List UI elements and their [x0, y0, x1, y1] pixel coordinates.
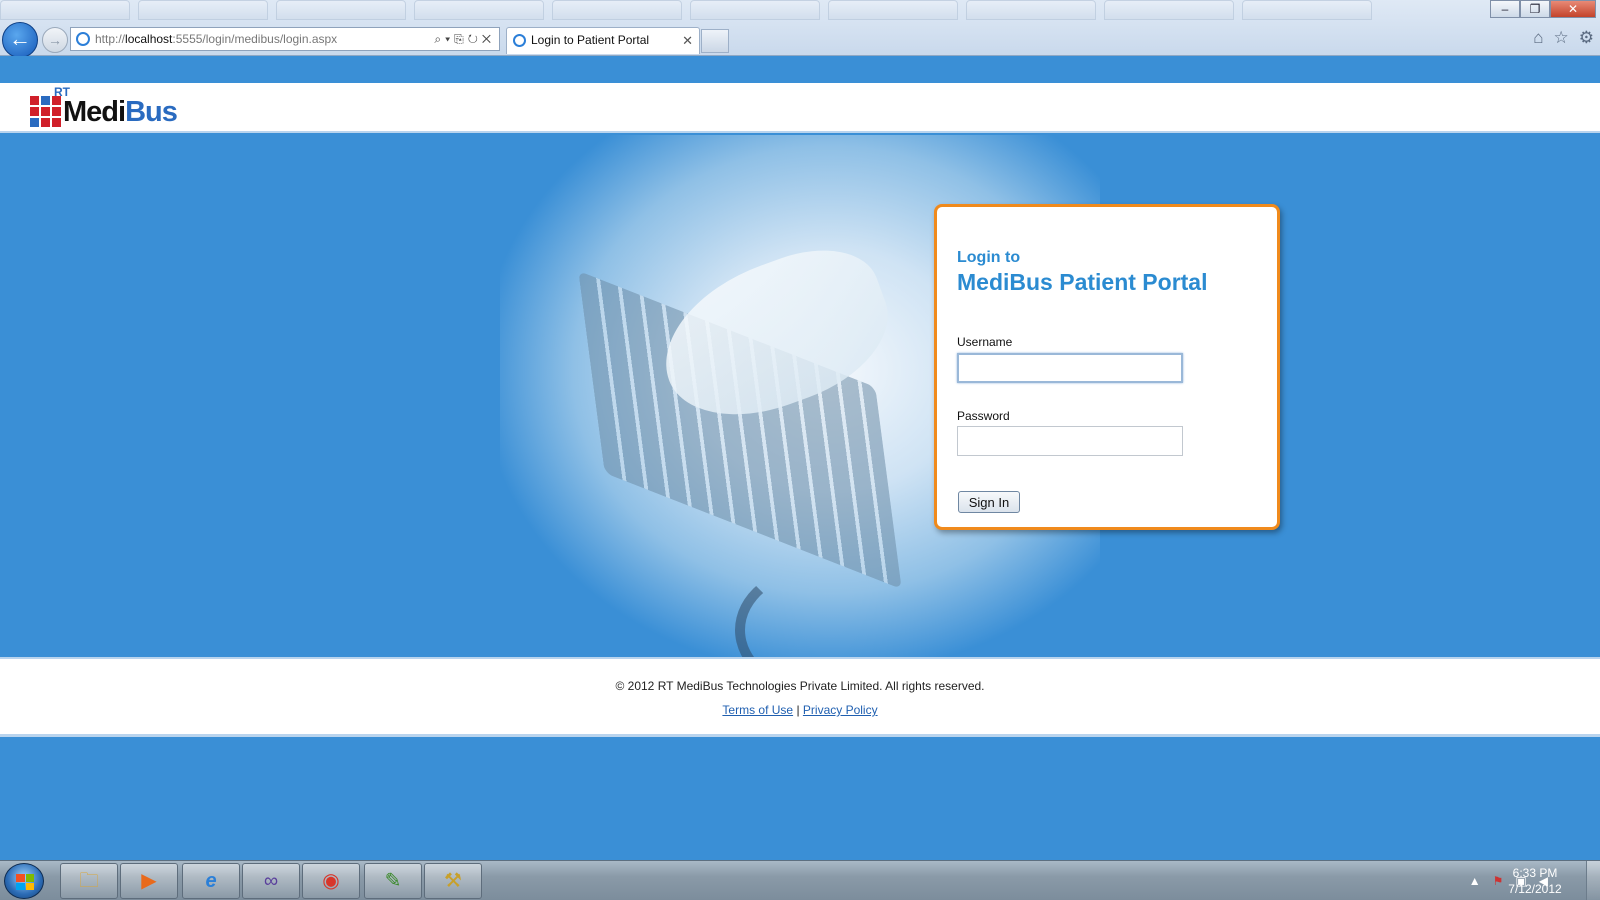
taskbar-visual-studio-button[interactable]: ∞ [242, 863, 300, 899]
browser-chrome: – ❐ ✕ ← → http://localhost:5555/login/me… [0, 0, 1600, 58]
logo-grid-icon [30, 96, 61, 127]
close-window-button[interactable]: ✕ [1550, 0, 1596, 18]
back-button[interactable]: ← [2, 22, 38, 58]
login-panel: Login to MediBus Patient Portal Username… [934, 204, 1280, 530]
login-title-line2: MediBus Patient Portal [957, 269, 1208, 295]
show-desktop-button[interactable] [1586, 861, 1600, 900]
minimize-button[interactable]: – [1490, 0, 1520, 18]
terms-of-use-link[interactable]: Terms of Use [722, 703, 793, 717]
password-input[interactable] [957, 426, 1183, 456]
login-title-line1: Login to [957, 249, 1021, 266]
logo-bus: Bus [125, 96, 178, 128]
favorites-star-icon[interactable]: ☆ [1554, 28, 1569, 48]
browser-toolbar-icons: ⌂ ☆ ⚙ [1533, 28, 1594, 48]
start-button[interactable] [4, 863, 44, 899]
home-icon[interactable]: ⌂ [1533, 28, 1543, 48]
windows-taskbar: 🗀 ▶ e ∞ ◉ ✎ ⚒ ▲ ⚑ ▣ ◀ 6:33 PM 7/12/2012 [0, 860, 1600, 900]
taskbar-tools-button[interactable]: ⚒ [424, 863, 482, 899]
url-host: localhost [125, 32, 173, 46]
folder-icon: 🗀 [79, 870, 99, 892]
maximize-button[interactable]: ❐ [1520, 0, 1550, 18]
clock-time: 6:33 PM [1512, 866, 1558, 880]
url-path: :5555/login/medibus/login.aspx [172, 32, 338, 46]
background-tab[interactable] [414, 0, 544, 20]
forward-button[interactable]: → [42, 27, 68, 53]
logo-rt: RT [54, 85, 70, 99]
clock-date: 7/12/2012 [1508, 882, 1562, 896]
url-prefix: http:// [95, 32, 126, 46]
background-tab[interactable] [1242, 0, 1372, 20]
taskbar-ie-button[interactable]: e [182, 863, 240, 899]
password-label: Password [957, 409, 1010, 423]
username-input[interactable] [957, 353, 1183, 383]
media-player-icon: ▶ [141, 870, 157, 892]
ie-tab-icon [513, 34, 526, 47]
gear-icon[interactable]: ⚙ [1579, 28, 1594, 48]
chrome-icon: ◉ [322, 870, 340, 892]
background-tab[interactable] [0, 0, 130, 20]
username-label: Username [957, 335, 1013, 349]
new-tab-button[interactable] [701, 29, 729, 53]
visual-studio-icon: ∞ [263, 870, 279, 892]
top-stripe [0, 56, 1600, 83]
project-icon: ✎ [384, 870, 402, 892]
tab-title: Login to Patient Portal [531, 33, 650, 47]
ie-page-icon [76, 32, 90, 46]
background-tab[interactable] [966, 0, 1096, 20]
taskbar-project-button[interactable]: ✎ [364, 863, 422, 899]
address-tools-icons[interactable]: ⌕▾⎘↻✕ [434, 28, 495, 50]
taskbar-explorer-button[interactable]: 🗀 [60, 863, 118, 899]
background-tab[interactable] [1104, 0, 1234, 20]
background-tab[interactable] [276, 0, 406, 20]
tools-icon: ⚒ [444, 870, 462, 892]
taskbar-chrome-button[interactable]: ◉ [302, 863, 360, 899]
internet-explorer-icon: e [205, 870, 217, 892]
hero-banner: Login to MediBus Patient Portal Username… [0, 135, 1600, 657]
background-tab[interactable] [138, 0, 268, 20]
background-tab[interactable] [690, 0, 820, 20]
tab-close-icon[interactable]: ✕ [682, 28, 693, 53]
tab-login-patient-portal[interactable]: Login to Patient Portal ✕ [506, 27, 700, 54]
sign-in-button[interactable]: Sign In [958, 491, 1020, 513]
footer-links: Terms of Use | Privacy Policy [0, 703, 1600, 717]
site-header: RT MediBus [0, 83, 1600, 133]
page-viewport: RT MediBus Login to MediBus Patient Port… [0, 56, 1600, 860]
copyright-text: © 2012 RT MediBus Technologies Private L… [615, 679, 985, 693]
show-hidden-icons-icon[interactable]: ▲ [1469, 874, 1481, 888]
background-tab-strip [0, 0, 1490, 22]
medibus-logo: RT MediBus [30, 85, 178, 128]
site-footer: © 2012 RT MediBus Technologies Private L… [0, 657, 1600, 737]
logo-medi: Medi [63, 96, 126, 128]
link-separator: | [796, 703, 800, 717]
address-bar[interactable]: http://localhost:5555/login/medibus/logi… [70, 27, 500, 51]
system-clock[interactable]: 6:33 PM 7/12/2012 [1500, 865, 1570, 897]
privacy-policy-link[interactable]: Privacy Policy [803, 703, 878, 717]
windows-logo-icon [16, 874, 34, 890]
background-tab[interactable] [828, 0, 958, 20]
taskbar-media-player-button[interactable]: ▶ [120, 863, 178, 899]
background-tab[interactable] [552, 0, 682, 20]
window-controls: – ❐ ✕ [1490, 0, 1596, 18]
